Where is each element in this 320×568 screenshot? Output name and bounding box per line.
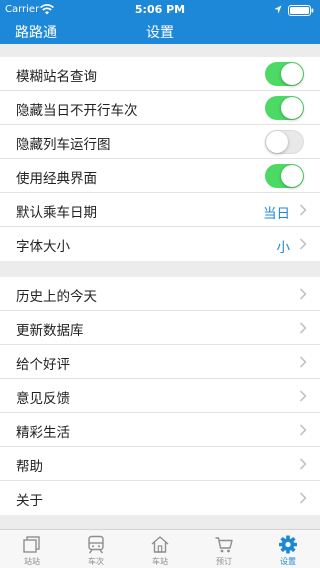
chevron-right-icon [299,492,307,504]
tab-label: 设置 [280,557,296,566]
location-arrow-icon [274,5,282,14]
menu-item-label: 意见反馈 [16,391,70,407]
setting-default-date[interactable]: 默认乘车日期 当日 [0,193,320,227]
chevron-right-icon [299,424,307,436]
tab-label: 车站 [152,557,168,566]
chevron-right-icon [299,322,307,334]
station-to-station-icon [23,536,40,553]
setting-label: 使用经典界面 [16,171,97,187]
menu-item-lifestyle[interactable]: 精彩生活 [0,413,320,447]
settings-group-more: 历史上的今天 更新数据库 给个好评 意见反馈 精彩生活 帮助 关于 [0,277,320,515]
tab-bar: 站站 车次 车站 预订 设置 [0,529,320,568]
setting-value: 小 [276,240,291,256]
battery-icon [288,5,314,16]
menu-item-about[interactable]: 关于 [0,481,320,515]
menu-item-update-database[interactable]: 更新数据库 [0,311,320,345]
train-icon [88,535,104,554]
setting-fuzzy-search: 模糊站名查询 [0,57,320,91]
tab-station[interactable]: 车站 [128,530,192,568]
station-house-icon [151,536,169,553]
toggle-knob [281,63,303,85]
menu-item-label: 帮助 [16,459,43,475]
chevron-right-icon [299,204,307,216]
menu-item-label: 更新数据库 [16,323,84,339]
menu-item-label: 关于 [16,493,43,509]
page-title: 设置 [146,25,174,41]
menu-item-history-today[interactable]: 历史上的今天 [0,277,320,311]
chevron-right-icon [299,288,307,300]
setting-label: 隐藏当日不开行车次 [16,103,138,119]
setting-label: 模糊站名查询 [16,69,97,85]
gear-icon [279,535,297,554]
setting-font-size[interactable]: 字体大小 小 [0,227,320,261]
tab-station-to-station[interactable]: 站站 [0,530,64,568]
menu-item-label: 精彩生活 [16,425,70,441]
chevron-right-icon [299,458,307,470]
tab-settings[interactable]: 设置 [256,530,320,568]
settings-group-preferences: 模糊站名查询 隐藏当日不开行车次 隐藏列车运行图 使用经典界面 默认乘车日期 当… [0,57,320,261]
menu-item-label: 历史上的今天 [16,289,97,305]
menu-item-help[interactable]: 帮助 [0,447,320,481]
chevron-right-icon [299,356,307,368]
tab-label: 预订 [216,557,232,566]
tab-train-number[interactable]: 车次 [64,530,128,568]
setting-label: 字体大小 [16,239,70,255]
setting-label: 隐藏列车运行图 [16,137,111,153]
chevron-right-icon [299,238,307,250]
chevron-right-icon [299,390,307,402]
setting-classic-ui: 使用经典界面 [0,159,320,193]
menu-item-label: 给个好评 [16,357,70,373]
toggle-knob [281,165,303,187]
tab-booking[interactable]: 预订 [192,530,256,568]
tab-label: 车次 [88,557,104,566]
menu-item-rate-app[interactable]: 给个好评 [0,345,320,379]
fuzzy-search-toggle[interactable] [265,62,304,86]
tab-label: 站站 [24,557,40,566]
hide-train-diagram-toggle[interactable] [265,130,304,154]
setting-label: 默认乘车日期 [16,205,97,221]
settings-list[interactable]: 模糊站名查询 隐藏当日不开行车次 隐藏列车运行图 使用经典界面 默认乘车日期 当… [0,44,320,529]
menu-item-feedback[interactable]: 意见反馈 [0,379,320,413]
status-bar: Carrier 5:06 PM [0,0,320,20]
setting-hide-not-running: 隐藏当日不开行车次 [0,91,320,125]
nav-bar: 路路通 设置 [0,20,320,44]
status-time: 5:06 PM [134,3,186,16]
hide-not-running-toggle[interactable] [265,96,304,120]
setting-hide-train-diagram: 隐藏列车运行图 [0,125,320,159]
classic-ui-toggle[interactable] [265,164,304,188]
setting-value: 当日 [263,206,290,222]
cart-icon [215,537,233,553]
toggle-knob [266,131,288,153]
toggle-knob [281,97,303,119]
